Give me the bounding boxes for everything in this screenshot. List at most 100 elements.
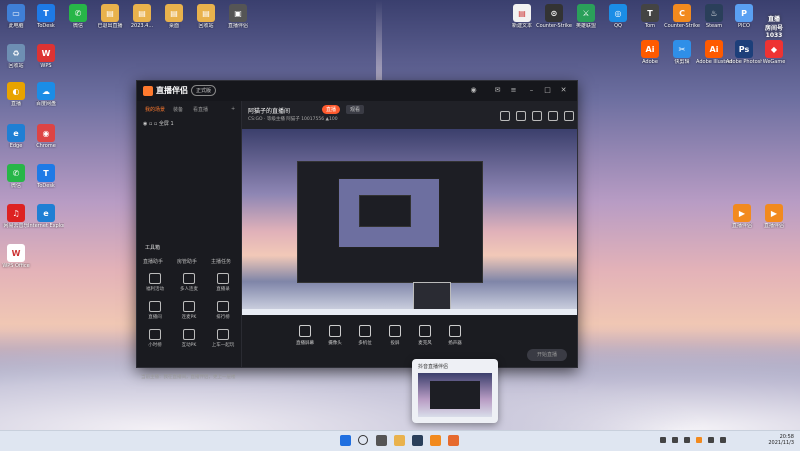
desktop-icon-left[interactable]: W WPS Office bbox=[0, 244, 34, 269]
file-explorer-icon[interactable] bbox=[394, 435, 405, 446]
desktop-icon-right[interactable]: C Counter-Strike bbox=[664, 4, 700, 29]
desktop-icon-label: 已退出直播 bbox=[97, 23, 123, 29]
toolbox-item[interactable]: 多人连麦 bbox=[173, 273, 205, 292]
share-icon[interactable] bbox=[564, 111, 574, 121]
desktop-icon-left[interactable]: ▤ 回收站 bbox=[188, 4, 224, 29]
desktop-icon-label: WeGame bbox=[762, 59, 786, 65]
toolbox-item[interactable]: 福利活动 bbox=[139, 273, 171, 292]
tray-app-icon[interactable] bbox=[684, 437, 690, 443]
source-tool-button[interactable]: 摄像头 bbox=[320, 325, 350, 346]
desktop-icon-label: Counter-Strike bbox=[664, 23, 700, 29]
desktop-icon-right[interactable]: ⊙ Counter-Strike bbox=[536, 4, 572, 29]
desktop-icon-label: 直播伴侣 bbox=[763, 223, 784, 229]
desktop-icon-left[interactable]: ☁ 百度网盘 bbox=[28, 82, 64, 107]
scene-item[interactable]: ◉ ▫ ▫ 全屏 1 bbox=[143, 120, 174, 127]
desktop-icon-left[interactable]: T ToDesk bbox=[28, 164, 64, 189]
desktop-icon-left[interactable]: T ToDesk bbox=[28, 4, 64, 29]
desktop-icon-left[interactable]: ▤ 2023.4... bbox=[124, 4, 160, 29]
toolbox-item[interactable]: 直播间 bbox=[139, 301, 171, 320]
desktop-icon-right[interactable]: ◎ QQ bbox=[600, 4, 636, 29]
tab-room-manager[interactable]: 房管助手 bbox=[177, 258, 197, 265]
toolbox-item[interactable]: 互动PK bbox=[173, 329, 205, 348]
live-companion-taskbar-icon[interactable] bbox=[430, 435, 441, 446]
toolbox-item[interactable]: 连麦PK bbox=[173, 301, 205, 320]
source-tool-button[interactable]: 麦克风 bbox=[410, 325, 440, 346]
desktop-icon-left[interactable]: ◉ Chrome bbox=[28, 124, 64, 149]
minimize-icon[interactable]: – bbox=[527, 86, 536, 95]
desktop-icon-right[interactable]: Ai Adobe bbox=[632, 40, 668, 65]
tray-network-icon[interactable] bbox=[672, 437, 678, 443]
avatar-icon[interactable]: ◉ bbox=[469, 86, 478, 95]
add-scene-icon[interactable]: + bbox=[231, 106, 235, 112]
app-icon: ✆ bbox=[69, 4, 87, 22]
app-icon: ⚔ bbox=[577, 4, 595, 22]
app-titlebar[interactable]: 直播伴侣 正式版 ◉ ✉ ≡ – □ ✕ bbox=[137, 81, 577, 101]
message-icon[interactable]: ✉ bbox=[493, 86, 502, 95]
bell-icon[interactable] bbox=[548, 111, 558, 121]
toolbox-item[interactable]: 排行榜 bbox=[207, 301, 239, 320]
source-tool-button[interactable]: 直播屏幕 bbox=[290, 325, 320, 346]
search-icon[interactable] bbox=[358, 435, 368, 445]
tab-stream-assistant[interactable]: 直播助手 bbox=[143, 258, 163, 265]
desktop-icon-label: 2023.4... bbox=[130, 23, 154, 29]
desktop-icon-label: QQ bbox=[614, 23, 622, 29]
toolbox-title: 工具箱 bbox=[145, 245, 161, 251]
live-preview[interactable] bbox=[242, 129, 577, 315]
lock-icon[interactable] bbox=[516, 111, 526, 121]
desktop-icon-right[interactable]: ✂ 快剪辑 bbox=[664, 40, 700, 65]
close-icon[interactable]: ✕ bbox=[559, 86, 568, 95]
desktop-icon-right[interactable]: ⚔ 英雄联盟 bbox=[568, 4, 604, 29]
app-icon: ▣ bbox=[229, 4, 247, 22]
source-tool-button[interactable]: 多机位 bbox=[350, 325, 380, 346]
tray-volume-icon[interactable] bbox=[720, 437, 726, 443]
tab-watch-live[interactable]: 看直播 bbox=[193, 106, 208, 113]
settings-icon[interactable] bbox=[532, 111, 542, 121]
desktop-icon-right[interactable]: ▶ 直播伴侣 bbox=[756, 204, 792, 229]
record-icon[interactable] bbox=[500, 111, 510, 121]
desktop-icon-label: ToDesk bbox=[37, 23, 55, 29]
desktop-icon-right[interactable]: ▤ 新建文本 bbox=[504, 4, 540, 29]
start-icon[interactable] bbox=[340, 435, 351, 446]
task-view-icon[interactable] bbox=[376, 435, 387, 446]
tool-icon bbox=[149, 273, 161, 284]
desktop-icon-left[interactable]: ▤ 已退出直播 bbox=[92, 4, 128, 29]
app-icon: T bbox=[37, 4, 55, 22]
app-icon: ▤ bbox=[513, 4, 531, 22]
tray-wifi-icon[interactable] bbox=[708, 437, 714, 443]
toolbox-item[interactable]: 上车一起玩 bbox=[207, 329, 239, 348]
tab-host-tasks[interactable]: 主播任务 bbox=[211, 258, 231, 265]
desktop-icon-right[interactable]: ◆ WeGame bbox=[756, 40, 792, 65]
clock[interactable]: 20:58 2021/11/3 bbox=[768, 434, 794, 446]
desktop-icon-right[interactable]: T Tom bbox=[632, 4, 668, 29]
desktop-icon-left[interactable]: W WPS bbox=[28, 44, 64, 69]
desktop-icon-left[interactable]: ✆ 微信 bbox=[60, 4, 96, 29]
source-tool-label: 多机位 bbox=[358, 341, 372, 346]
tray-arrow-icon[interactable] bbox=[660, 437, 666, 443]
desktop-icon-label: Chrome bbox=[36, 143, 56, 149]
source-tool-label: 麦克风 bbox=[418, 341, 432, 346]
live-companion-window[interactable]: 直播伴侣 正式版 ◉ ✉ ≡ – □ ✕ 我的场景 装备 看直播 + ◉ ▫ ▫… bbox=[136, 80, 578, 380]
toolbox-item[interactable]: 直播录 bbox=[207, 273, 239, 292]
tab-equipment[interactable]: 装备 bbox=[173, 106, 183, 113]
source-tool-label: 摄像头 bbox=[328, 341, 342, 346]
desktop-icon-left[interactable]: eInternet Explorer bbox=[28, 204, 64, 229]
steam-icon[interactable] bbox=[412, 435, 423, 446]
source-tool-button[interactable]: 扬声器 bbox=[440, 325, 470, 346]
maximize-icon[interactable]: □ bbox=[543, 86, 552, 95]
tool-icon bbox=[149, 329, 161, 340]
menu-icon[interactable]: ≡ bbox=[509, 86, 518, 95]
desktop-icon-left[interactable]: ▣ 直播伴侣 bbox=[220, 4, 256, 29]
tray-live-icon[interactable] bbox=[696, 437, 702, 443]
app-icon: ▤ bbox=[165, 4, 183, 22]
start-live-button[interactable]: 开始直播 bbox=[527, 349, 567, 361]
taskbar-thumbnail-popup[interactable]: 抖音直播伴侣 bbox=[412, 359, 498, 423]
clock-date: 2021/11/3 bbox=[768, 440, 794, 446]
tool-label: 福利活动 bbox=[146, 287, 164, 292]
desktop-icon-right[interactable]: ▶ 直播伴侣 bbox=[724, 204, 760, 229]
toolbox-item[interactable]: 小时榜 bbox=[139, 329, 171, 348]
source-tool-button[interactable]: 投屏 bbox=[380, 325, 410, 346]
room-title: 阿猫子的直播间 bbox=[248, 108, 291, 115]
app-taskbar-icon[interactable] bbox=[448, 435, 459, 446]
tab-my-scenes[interactable]: 我的场景 bbox=[145, 106, 165, 113]
desktop-icon-left[interactable]: ▤ 桌面 bbox=[156, 4, 192, 29]
